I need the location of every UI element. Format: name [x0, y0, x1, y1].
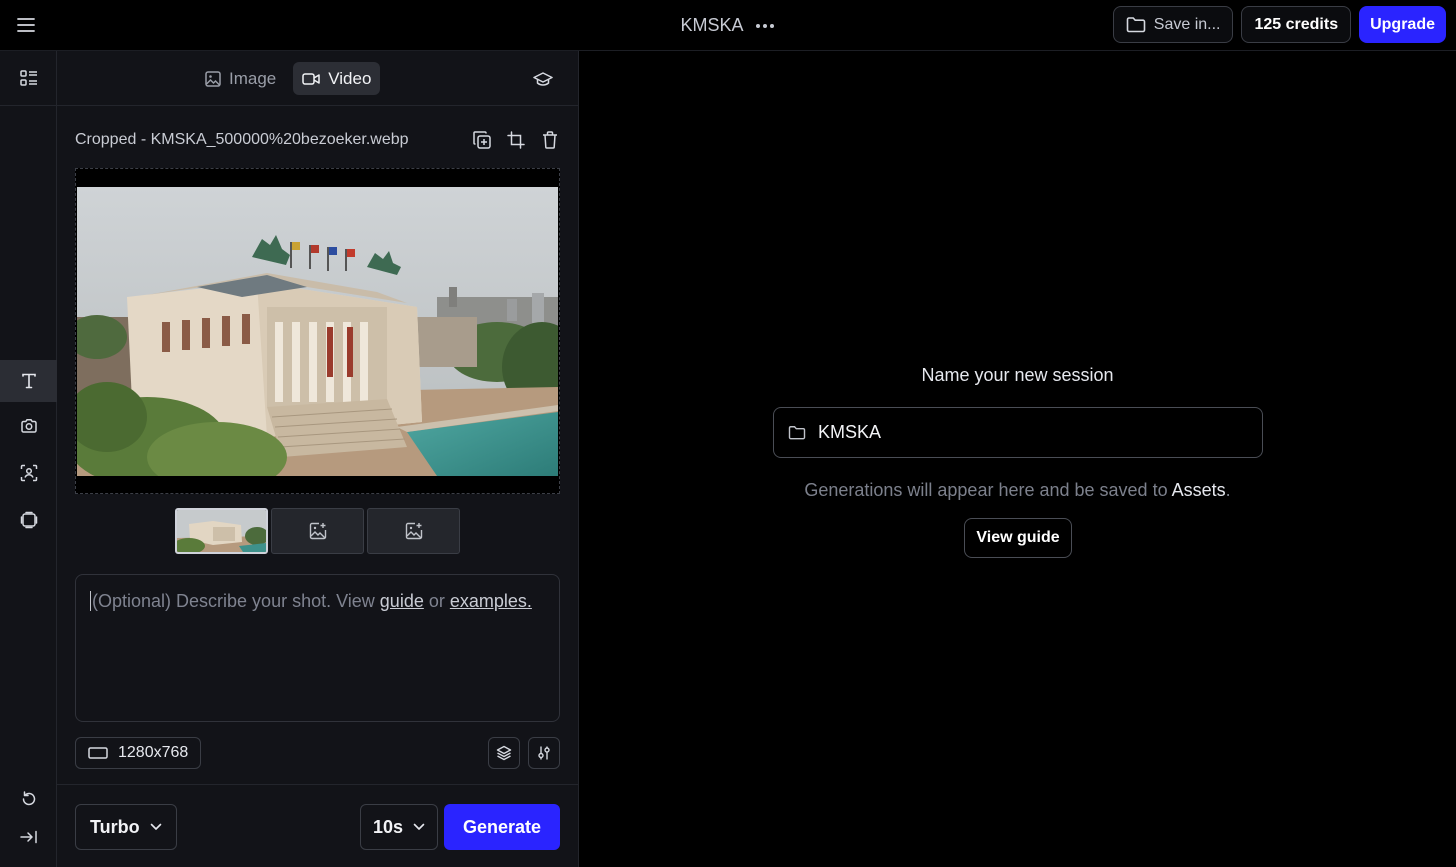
prompt-textarea[interactable]: (Optional) Describe your shot. View guid…: [75, 574, 560, 722]
duration-label: 10s: [373, 816, 404, 837]
presets-button[interactable]: [488, 737, 520, 769]
folder-icon: [788, 425, 806, 440]
text-tool[interactable]: [0, 360, 57, 402]
hint-suffix: .: [1225, 480, 1231, 500]
file-row: Cropped - KMSKA_500000%20bezoeker.webp: [75, 127, 561, 153]
tab-image-label: Image: [229, 68, 277, 88]
file-name: Cropped - KMSKA_500000%20bezoeker.webp: [75, 131, 409, 148]
text-icon: [21, 373, 37, 389]
prompt-placeholder-text: (Optional) Describe your shot. View: [92, 591, 380, 611]
tool-rail: [0, 51, 57, 867]
session-title[interactable]: KMSKA: [680, 15, 743, 36]
tab-video-label: Video: [328, 68, 372, 88]
graduation-cap-icon: [533, 71, 553, 87]
hamburger-menu-icon[interactable]: [14, 14, 38, 36]
session-name-field[interactable]: [773, 407, 1263, 458]
upgrade-button[interactable]: Upgrade: [1359, 6, 1446, 43]
sliders-icon: [536, 745, 552, 761]
resolution-label: 1280x768: [118, 744, 189, 761]
view-guide-button[interactable]: View guide: [964, 518, 1072, 558]
thumbnail-first-frame[interactable]: [175, 508, 268, 554]
undo-icon: [20, 790, 38, 808]
museum-photo: [77, 187, 558, 476]
save-in-button[interactable]: Save in...: [1112, 6, 1234, 43]
prompt-or-text: or: [423, 591, 450, 611]
model-selector[interactable]: Turbo: [75, 804, 177, 850]
add-image-icon: [309, 522, 327, 540]
layers-frame-icon: [20, 511, 38, 529]
generation-panel: Image Video Cropped - KMSKA_500000%20bez…: [57, 51, 579, 867]
aspect-ratio-icon: [88, 747, 108, 759]
panel-footer: Turbo 10s Generate: [57, 784, 579, 867]
chevron-down-icon: [150, 823, 162, 831]
settings-row: 1280x768: [75, 737, 560, 769]
session-name-heading: Name your new session: [921, 365, 1114, 385]
image-preview[interactable]: [75, 168, 560, 494]
assets-link[interactable]: Assets: [1172, 480, 1226, 500]
hint-text: Generations will appear here and be save…: [804, 480, 1172, 500]
examples-link[interactable]: examples.: [450, 591, 532, 611]
collapse-panel-tool[interactable]: [0, 816, 57, 858]
generations-hint: Generations will appear here and be save…: [579, 480, 1456, 501]
thumbnail-add-frame-3[interactable]: [367, 508, 460, 554]
thumbnail-add-frame-2[interactable]: [271, 508, 364, 554]
tab-video[interactable]: Video: [293, 62, 381, 95]
frames-tool[interactable]: [0, 499, 57, 541]
folder-icon: [1126, 16, 1146, 33]
generate-button[interactable]: Generate: [444, 804, 560, 850]
session-name-input[interactable]: [818, 422, 1238, 443]
tab-image[interactable]: Image: [196, 62, 285, 95]
face-scan-icon: [20, 464, 38, 482]
camera-icon: [20, 418, 38, 434]
add-image-icon: [405, 522, 423, 540]
list-layout-icon: [19, 70, 38, 86]
collapse-arrow-icon: [19, 830, 38, 844]
crop-icon[interactable]: [505, 129, 527, 151]
resolution-selector[interactable]: 1280x768: [75, 737, 202, 769]
guide-link[interactable]: guide: [380, 591, 424, 611]
video-camera-icon: [302, 72, 320, 86]
credits-label: 125 credits: [1254, 15, 1339, 33]
face-tool[interactable]: [0, 452, 57, 494]
credits-button[interactable]: 125 credits: [1241, 6, 1352, 43]
save-in-label: Save in...: [1153, 15, 1221, 33]
assets-toggle[interactable]: [0, 51, 57, 106]
undo-tool[interactable]: [0, 778, 57, 820]
panel-header: Image Video: [57, 51, 579, 106]
prompt-placeholder: (Optional) Describe your shot. View guid…: [90, 591, 545, 613]
model-label: Turbo: [90, 816, 140, 837]
image-icon: [205, 70, 221, 87]
more-options-icon[interactable]: [754, 20, 776, 32]
trash-icon[interactable]: [539, 129, 561, 151]
chevron-down-icon: [413, 823, 425, 831]
tutorial-button[interactable]: [531, 67, 555, 91]
advanced-settings-button[interactable]: [528, 737, 560, 769]
top-bar: KMSKA Save in... 125 credits Upgrade: [0, 0, 1456, 51]
frame-thumbnails: [175, 508, 460, 554]
main-area: Name your new session Generations will a…: [579, 51, 1456, 867]
stack-layers-icon: [496, 745, 512, 761]
duplicate-icon[interactable]: [471, 129, 493, 151]
camera-tool[interactable]: [0, 405, 57, 447]
duration-selector[interactable]: 10s: [360, 804, 439, 850]
